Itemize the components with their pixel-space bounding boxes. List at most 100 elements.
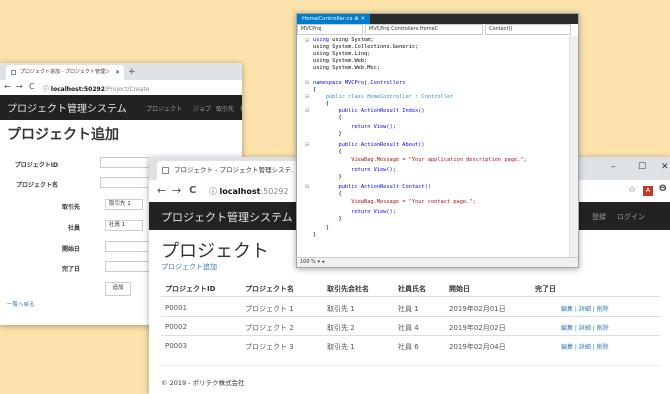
forward-arrow-icon[interactable]: → [172,184,181,197]
code-text: public ActionResult Contact() [313,184,432,190]
back-to-list-link[interactable]: 一覧へ戻る [7,300,35,308]
col-client: 取引先会社名 [327,285,369,293]
code-line: { [313,149,342,155]
code-text: using System.Collections.Generic; [313,44,419,50]
zoom-indicator[interactable]: 100 % ▾ ◂ [297,257,578,267]
close-icon[interactable]: ✕ [115,65,120,80]
account-icon[interactable]: Θ [659,184,667,194]
code-line: public ActionResult Index() [313,108,425,114]
code-line: return View(); [313,209,396,215]
url-field[interactable]: ⓘ localhost:50292/Project/Create [43,84,149,93]
table-row-client: 取引先 2 [327,324,355,332]
site-brand[interactable]: プロジェクト管理システム [7,100,127,115]
col-project-id: プロジェクトID [165,285,216,293]
edit-details-delete-links[interactable]: 編集 | 詳細 | 削除 [561,325,609,332]
nav-register[interactable]: 登録 [592,212,606,222]
table-row-client: 取引先 1 [327,305,355,313]
reload-icon[interactable]: C [189,185,196,196]
collapse-icon[interactable]: ⊟ [305,108,309,114]
reload-icon[interactable]: C [29,82,35,91]
close-window-icon[interactable]: ✕ [661,162,669,172]
nav-clients[interactable]: 取引先 [216,104,234,113]
col-project-name: プロジェクト名 [245,285,294,293]
star-icon[interactable]: ☆ [628,185,636,195]
site-brand[interactable]: プロジェクト管理システム [161,209,293,225]
row-actions-links[interactable]: 編集 | 詳細 | 削除 [561,323,609,332]
code-text: { [313,149,342,155]
label-client: 取引先 [61,204,80,211]
table-row-name: プロジェクト 3 [245,343,294,351]
code-line: } [313,225,329,231]
edit-details-delete-links[interactable]: 編集 | 詳細 | 削除 [561,306,609,313]
footer-divider [161,365,660,366]
member-dropdown[interactable]: Contact() [485,24,571,35]
code-text: using System.Web; [313,58,368,64]
url-field[interactable]: ⓘ localhost:50292 [209,186,289,197]
zoom-level: 100 % [300,259,316,265]
code-editor-window[interactable]: HomeController.cs ⊕ ✕ MVCProj MVCProj.Co… [296,13,579,268]
col-employee: 社員氏名 [398,285,426,293]
address-bar-row: ← → C ⓘ localhost:50292/Project/Create [0,80,242,96]
code-line: namespace MVCProj.Controllers [313,80,405,86]
code-text: { [313,87,317,93]
table-row-id: P0003 [165,342,188,350]
url-port: :50292 [260,187,289,196]
collapse-icon[interactable]: ⊟ [305,142,309,148]
code-text: return View(); [313,209,396,215]
url-path: /Project/Create [104,86,150,93]
code-text: } [313,216,342,222]
code-line: } [313,216,342,222]
code-line: { [313,101,329,107]
nav-jobs[interactable]: ジョブ [193,104,211,113]
nav-login[interactable]: ログイン [617,212,645,222]
code-text: } [313,131,342,137]
code-line: { [313,115,342,121]
page-icon [11,70,16,75]
collapse-icon[interactable]: ⊟ [305,38,309,44]
table-row-start: 2019年02月04日 [449,343,506,351]
code-text: } [313,232,317,238]
code-area[interactable]: ⊟ using using System; using System.Colle… [297,36,570,258]
row-actions-links[interactable]: 編集 | 詳細 | 削除 [561,342,609,351]
nav-employees[interactable]: 社員 [240,104,242,113]
code-line: public class HomeController : Controller [313,94,454,100]
tab-title: プロジェクト追加 - プロジェクト管理シ [20,69,110,75]
extension-icon[interactable]: A [643,186,653,196]
page-title: プロジェクト [161,241,269,262]
row-actions-links[interactable]: 編集 | 詳細 | 削除 [561,304,609,313]
code-text: ViewBag.Message = "Your application desc… [313,157,527,163]
collapse-icon[interactable]: ⊟ [305,80,309,86]
code-text: { [313,101,329,107]
new-tab-icon[interactable]: + [128,65,136,79]
page-title: プロジェクト追加 [7,127,119,143]
col-start-date: 開始日 [449,285,470,293]
edit-details-delete-links[interactable]: 編集 | 詳細 | 削除 [561,344,609,351]
editor-tab-label: HomeController.cs [302,16,353,22]
forward-arrow-icon[interactable]: → [16,82,23,91]
create-project-link[interactable]: プロジェクト追加 [161,262,217,272]
vertical-scrollbar[interactable] [569,36,578,258]
client-select[interactable]: 取引先 1 [105,199,143,210]
table-row-employee: 社員 4 [398,324,419,332]
minimize-icon[interactable]: – [611,162,616,172]
editor-tab-homecontroller[interactable]: HomeController.cs ⊕ ✕ [297,14,371,24]
tab-project-create[interactable]: プロジェクト追加 - プロジェクト管理シ ✕ [6,65,124,80]
label-start-date: 開始日 [61,246,80,253]
code-line: ViewBag.Message = "Your contact page."; [313,199,475,205]
back-arrow-icon[interactable]: ← [4,82,11,91]
code-text: public ActionResult About() [313,142,425,148]
info-icon: ⓘ [209,187,220,196]
maximize-icon[interactable]: ☐ [638,162,646,172]
code-line: using System.Linq; [313,51,370,57]
collapse-icon[interactable]: ⊟ [305,94,309,100]
employee-select[interactable]: 社員 1 [105,220,143,231]
project-dropdown[interactable]: MVCProj [297,24,363,35]
nav-projects[interactable]: プロジェクト [146,104,182,113]
table-row-id: P0001 [165,304,188,312]
class-dropdown[interactable]: MVCProj.Controllers.HomeC [365,24,483,35]
code-text: } [313,225,329,231]
back-arrow-icon[interactable]: ← [157,184,166,197]
collapse-icon[interactable]: ⊟ [305,184,309,190]
add-button[interactable]: 追加 [105,282,131,296]
table-row-employee: 社員 6 [398,343,419,351]
